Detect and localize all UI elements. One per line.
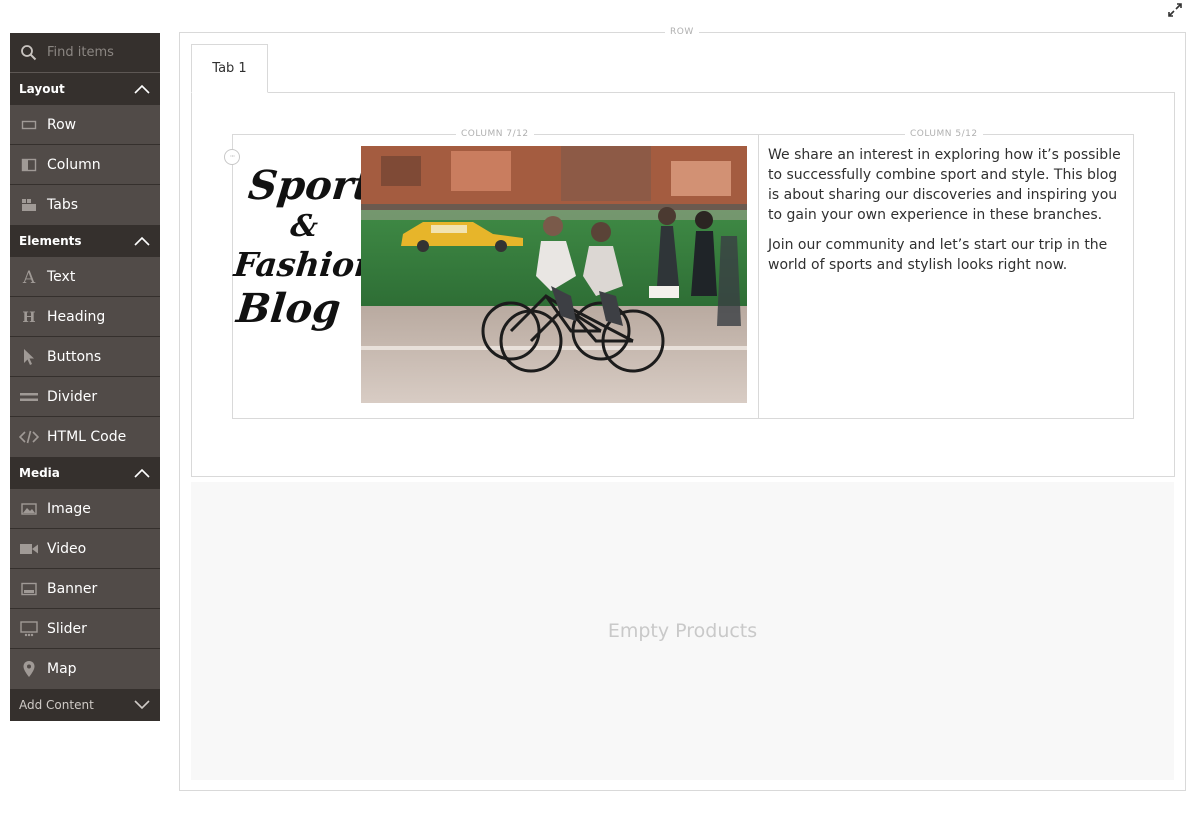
sidebar-item-row[interactable]: Row: [10, 105, 160, 145]
group-items-layout: Row Column Tabs: [10, 105, 160, 225]
sidebar-item-video[interactable]: Video: [10, 529, 160, 569]
column-label: COLUMN 5/12: [905, 129, 983, 139]
group-header-layout[interactable]: Layout: [10, 73, 160, 105]
add-content-label: Add Content: [19, 698, 94, 712]
group-title: Media: [19, 466, 60, 480]
group-header-elements[interactable]: Elements: [10, 225, 160, 257]
group-title: Elements: [19, 234, 82, 248]
sidebar-item-label: Row: [47, 116, 77, 133]
chevron-up-icon: [134, 236, 150, 246]
sidebar-item-heading[interactable]: H Heading: [10, 297, 160, 337]
heading-icon: H: [19, 307, 39, 327]
sidebar-item-label: Banner: [47, 580, 98, 597]
search-box: [10, 33, 160, 73]
banner-icon: [19, 579, 39, 599]
image-title-line: Blog: [234, 285, 343, 332]
sidebar-item-text[interactable]: A Text: [10, 257, 160, 297]
text-paragraph: Join our community and let’s start our t…: [768, 237, 1108, 273]
chevron-up-icon: [134, 468, 150, 478]
group-header-media[interactable]: Media: [10, 457, 160, 489]
group-title: Layout: [19, 82, 65, 96]
video-icon: [19, 539, 39, 559]
divider-icon: [19, 387, 39, 407]
code-icon: [19, 427, 39, 447]
sidebar-item-label: Buttons: [47, 348, 102, 365]
sidebar-item-label: Map: [47, 661, 77, 677]
image-title-line: Fashion: [232, 245, 381, 284]
search-icon: [21, 45, 37, 61]
sidebar-item-map[interactable]: Map: [10, 649, 160, 689]
add-content-toggle[interactable]: Add Content: [10, 689, 160, 721]
image-title-line: &: [288, 209, 320, 244]
group-items-elements: A Text H Heading Buttons Divider HTML Co…: [10, 257, 160, 457]
drag-handle-icon[interactable]: ···: [224, 149, 240, 165]
content-panel-sidebar: Layout Row Column Tabs Elements A Text H…: [10, 33, 160, 721]
text-icon: A: [19, 267, 39, 287]
sidebar-item-buttons[interactable]: Buttons: [10, 337, 160, 377]
chevron-up-icon: [134, 84, 150, 94]
sidebar-item-label: Slider: [47, 620, 87, 637]
text-content[interactable]: We share an interest in exploring how it…: [768, 145, 1128, 285]
sidebar-item-image[interactable]: Image: [10, 489, 160, 529]
fullscreen-icon[interactable]: [1166, 1, 1184, 19]
cursor-icon: [19, 347, 39, 367]
sidebar-item-label: Divider: [47, 388, 98, 405]
svg-text:A: A: [22, 268, 36, 286]
sidebar-item-slider[interactable]: Slider: [10, 609, 160, 649]
sidebar-item-html-code[interactable]: HTML Code: [10, 417, 160, 457]
row-icon: [19, 115, 39, 135]
svg-text:H: H: [22, 310, 35, 326]
products-placeholder[interactable]: Empty Products: [191, 482, 1174, 780]
image-title-lettering: Sport & Fashion Blog: [232, 162, 381, 332]
chevron-down-icon: [134, 700, 150, 710]
column-label: COLUMN 7/12: [456, 129, 534, 139]
group-items-media: Image Video Banner Slider Map: [10, 489, 160, 689]
sidebar-item-label: Heading: [47, 308, 106, 325]
sidebar-item-column[interactable]: Column: [10, 145, 160, 185]
search-input[interactable]: [45, 44, 159, 61]
sidebar-item-banner[interactable]: Banner: [10, 569, 160, 609]
sidebar-item-label: Column: [47, 156, 101, 173]
sidebar-item-label: Video: [47, 540, 87, 557]
sidebar-item-label: Image: [47, 500, 91, 517]
blog-photo[interactable]: [361, 146, 747, 403]
slider-icon: [19, 619, 39, 639]
text-paragraph: We share an interest in exploring how it…: [768, 147, 1121, 223]
sidebar-item-label: Tabs: [47, 197, 78, 213]
sidebar-item-tabs[interactable]: Tabs: [10, 185, 160, 225]
sidebar-item-label: Text: [47, 268, 76, 285]
image-title-line: Sport: [246, 162, 375, 209]
row-label: ROW: [665, 27, 699, 37]
sidebar-item-divider[interactable]: Divider: [10, 377, 160, 417]
column-icon: [19, 155, 39, 175]
empty-products-text: Empty Products: [607, 620, 758, 642]
sidebar-item-label: HTML Code: [47, 429, 127, 445]
map-pin-icon: [19, 659, 39, 679]
tabs-icon: [19, 195, 39, 215]
tab-1[interactable]: Tab 1: [191, 44, 268, 93]
image-icon: [19, 499, 39, 519]
